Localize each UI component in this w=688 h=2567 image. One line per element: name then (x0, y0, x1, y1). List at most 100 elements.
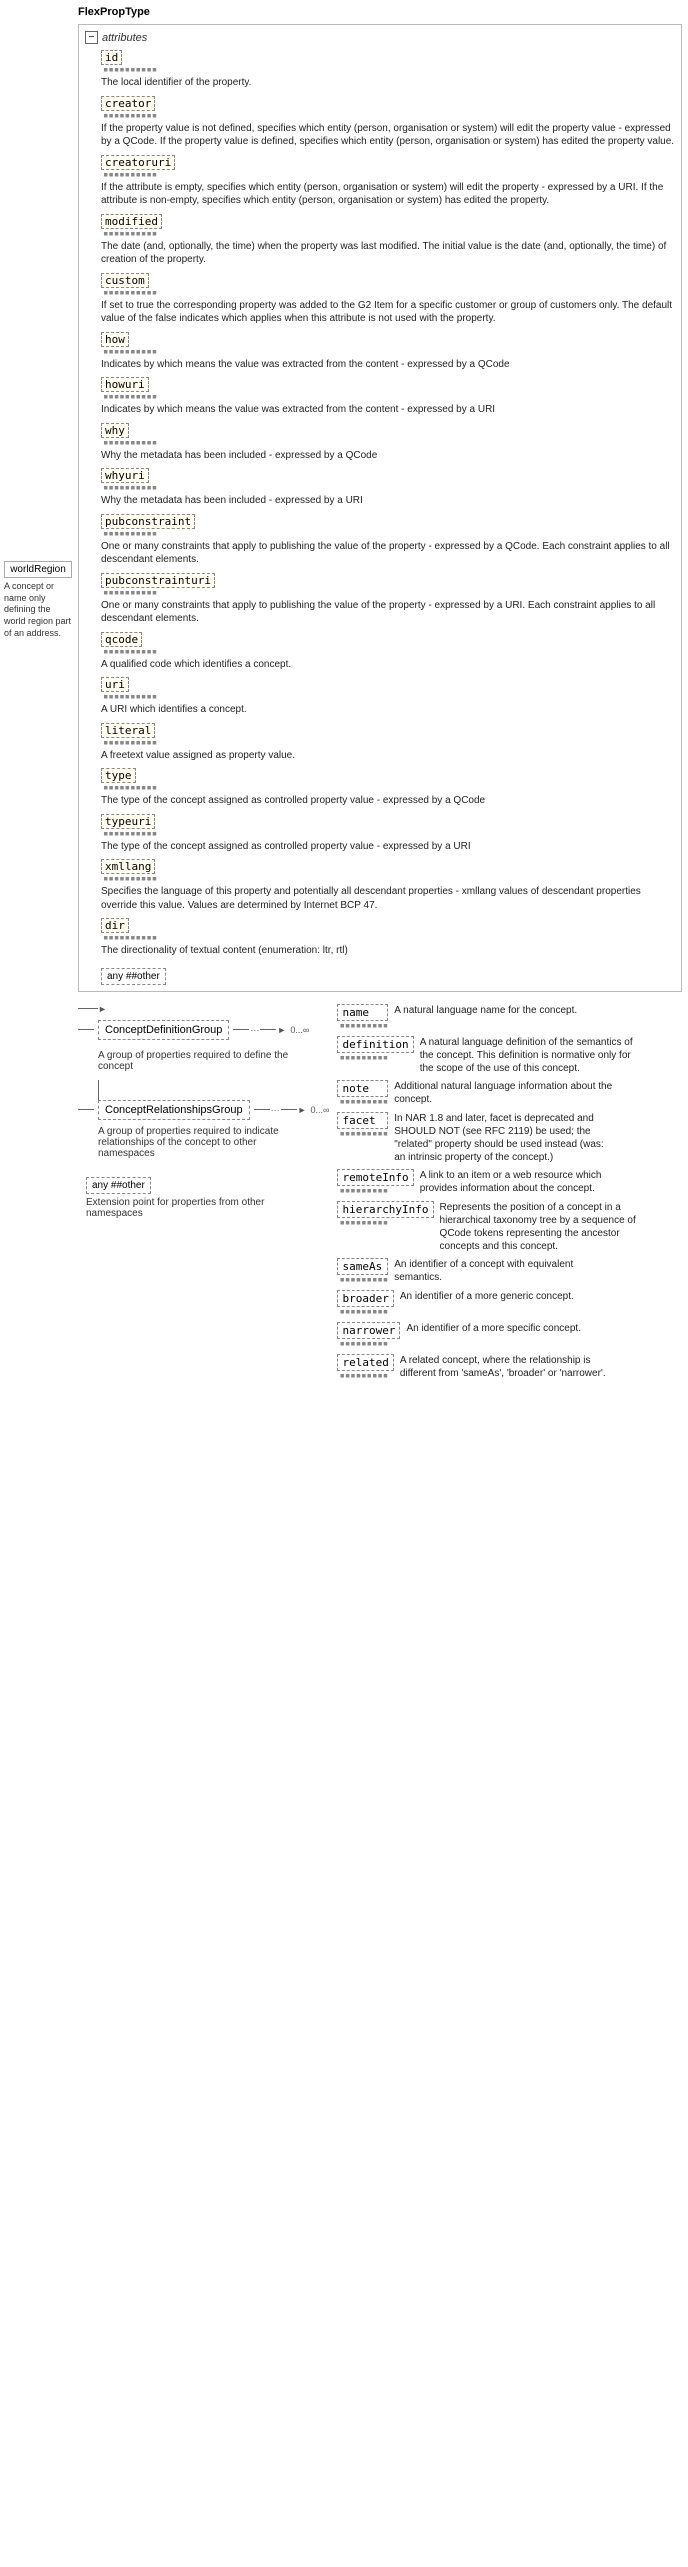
def-dots: ··· (250, 1025, 259, 1035)
right-item-desc-related: A related concept, where the relationshi… (400, 1354, 620, 1380)
prop-dots-custom: ▪▪▪▪▪▪▪▪▪▪ (103, 288, 675, 298)
prop-dots-qcode: ▪▪▪▪▪▪▪▪▪▪ (103, 647, 675, 657)
prop-dots-creator: ▪▪▪▪▪▪▪▪▪▪ (103, 111, 675, 121)
rel-card: ► (298, 1105, 307, 1115)
collapse-button[interactable]: − (85, 31, 98, 44)
prop-row-dir: dir▪▪▪▪▪▪▪▪▪▪The directionality of textu… (85, 918, 675, 958)
concept-rel-row: ConceptRelationshipsGroup ··· ► 0...∞ (78, 1100, 329, 1120)
prop-row-why: why▪▪▪▪▪▪▪▪▪▪Why the metadata has been i… (85, 423, 675, 463)
right-item-desc-broader: An identifier of a more generic concept. (400, 1290, 574, 1303)
prop-tag-id: id (101, 50, 122, 65)
right-item-desc-sameAs: An identifier of a concept with equivale… (394, 1258, 614, 1284)
def-line1 (78, 1029, 94, 1030)
prop-dots-how: ▪▪▪▪▪▪▪▪▪▪ (103, 347, 675, 357)
def-card: ► (277, 1025, 286, 1035)
attributes-header: − attributes (85, 31, 675, 44)
page-wrapper: FlexPropType worldRegion A concept or na… (0, 6, 688, 1381)
attributes-block: − attributes id▪▪▪▪▪▪▪▪▪▪The local ident… (78, 24, 682, 992)
prop-dots-uri: ▪▪▪▪▪▪▪▪▪▪ (103, 692, 675, 702)
prop-desc-type: The type of the concept assigned as cont… (101, 794, 675, 808)
prop-tag-whyuri: whyuri (101, 468, 149, 483)
prop-tag-literal: literal (101, 723, 155, 738)
rel-line3 (281, 1109, 297, 1110)
prop-desc-modified: The date (and, optionally, the time) whe… (101, 240, 675, 267)
prop-tag-uri: uri (101, 677, 129, 692)
prop-desc-whyuri: Why the metadata has been included - exp… (101, 494, 675, 508)
right-item-dots-hierarchyInfo: ▪▪▪▪▪▪▪▪▪ (339, 1218, 433, 1228)
prop-row-howuri: howuri▪▪▪▪▪▪▪▪▪▪Indicates by which means… (85, 377, 675, 417)
prop-desc-pubconstraint: One or many constraints that apply to pu… (101, 540, 675, 567)
right-item-name: name▪▪▪▪▪▪▪▪▪A natural language name for… (337, 1004, 659, 1031)
rel-card-label: 0...∞ (311, 1105, 330, 1115)
prop-tag-xmllang: xmllang (101, 859, 155, 874)
prop-tag-qcode: qcode (101, 632, 142, 647)
right-item-box-broader: broader (337, 1290, 393, 1307)
def-line3 (260, 1029, 276, 1030)
any-other-attr-row: any ##other (85, 964, 675, 985)
prop-tag-typeuri: typeuri (101, 814, 155, 829)
any-other-ext-box: any ##other (86, 1177, 151, 1194)
prop-dots-type: ▪▪▪▪▪▪▪▪▪▪ (103, 783, 675, 793)
prop-desc-uri: A URI which identifies a concept. (101, 703, 675, 717)
page-title: FlexPropType (78, 6, 688, 18)
concept-rel-group-box: ConceptRelationshipsGroup (98, 1100, 250, 1120)
any-other-ext-desc: Extension point for properties from othe… (86, 1197, 266, 1219)
right-item-sameAs: sameAs▪▪▪▪▪▪▪▪▪An identifier of a concep… (337, 1258, 659, 1285)
right-item-dots-narrower: ▪▪▪▪▪▪▪▪▪ (339, 1339, 400, 1349)
prop-desc-why: Why the metadata has been included - exp… (101, 449, 675, 463)
prop-tag-modified: modified (101, 214, 162, 229)
prop-desc-creator: If the property value is not defined, sp… (101, 122, 675, 149)
prop-row-uri: uri▪▪▪▪▪▪▪▪▪▪A URI which identifies a co… (85, 677, 675, 717)
prop-dots-literal: ▪▪▪▪▪▪▪▪▪▪ (103, 738, 675, 748)
right-item-box-note: note (337, 1080, 388, 1097)
prop-row-modified: modified▪▪▪▪▪▪▪▪▪▪The date (and, optiona… (85, 214, 675, 267)
prop-row-xmllang: xmllang▪▪▪▪▪▪▪▪▪▪Specifies the language … (85, 859, 675, 912)
def-card-label: 0...∞ (290, 1025, 309, 1035)
prop-row-pubconstraint: pubconstraint▪▪▪▪▪▪▪▪▪▪One or many const… (85, 514, 675, 567)
world-region-box: worldRegion (4, 561, 72, 578)
groups-column: ► ConceptDefinitionGroup ··· ► 0...∞ A g… (78, 1004, 329, 1381)
prop-dots-whyuri: ▪▪▪▪▪▪▪▪▪▪ (103, 483, 675, 493)
concept-rel-desc: A group of properties required to indica… (98, 1126, 298, 1159)
prop-dots-typeuri: ▪▪▪▪▪▪▪▪▪▪ (103, 829, 675, 839)
right-item-box-narrower: narrower (337, 1322, 400, 1339)
prop-tag-pubconstrainturi: pubconstrainturi (101, 573, 215, 588)
prop-dots-why: ▪▪▪▪▪▪▪▪▪▪ (103, 438, 675, 448)
prop-row-custom: custom▪▪▪▪▪▪▪▪▪▪If set to true the corre… (85, 273, 675, 326)
prop-tag-creatoruri: creatoruri (101, 155, 175, 170)
prop-dots-id: ▪▪▪▪▪▪▪▪▪▪ (103, 65, 675, 75)
right-item-desc-remoteInfo: A link to an item or a web resource whic… (420, 1169, 640, 1195)
world-region-desc: A concept or name only defining the worl… (4, 581, 72, 639)
right-item-desc-note: Additional natural language information … (394, 1080, 614, 1106)
top-connector: ► (78, 1004, 329, 1014)
right-item-desc-name: A natural language name for the concept. (394, 1004, 577, 1017)
prop-dots-pubconstraint: ▪▪▪▪▪▪▪▪▪▪ (103, 529, 675, 539)
right-item-related: related▪▪▪▪▪▪▪▪▪A related concept, where… (337, 1354, 659, 1381)
right-item-broader: broader▪▪▪▪▪▪▪▪▪ An identifier of a more … (337, 1290, 659, 1317)
right-item-dots-definition: ▪▪▪▪▪▪▪▪▪ (339, 1053, 413, 1063)
right-panel: name ▪▪▪▪▪▪▪▪▪ A natural language name for… (337, 1004, 659, 1381)
prop-desc-xmllang: Specifies the language of this property … (101, 885, 675, 912)
right-item-remoteInfo: remoteInfo▪▪▪▪▪▪▪▪▪ A link to an item or … (337, 1169, 659, 1196)
right-item-dots-broader: ▪▪▪▪▪▪▪▪▪ (339, 1307, 393, 1317)
right-item-box-hierarchyInfo: hierarchyInfo (337, 1201, 433, 1218)
prop-tag-custom: custom (101, 273, 149, 288)
prop-dots-xmllang: ▪▪▪▪▪▪▪▪▪▪ (103, 874, 675, 884)
rel-mult: ··· ► (254, 1105, 307, 1115)
right-item-box-facet: facet (337, 1112, 388, 1129)
right-item-dots-note: ▪▪▪▪▪▪▪▪▪ (339, 1097, 388, 1107)
right-item-box-remoteInfo: remoteInfo (337, 1169, 413, 1186)
right-item-facet: facet▪▪▪▪▪▪▪▪▪In NAR 1.8 and later, face… (337, 1112, 659, 1164)
prop-desc-literal: A freetext value assigned as property va… (101, 749, 675, 763)
right-item-dots-related: ▪▪▪▪▪▪▪▪▪ (339, 1371, 393, 1381)
right-item-dots-remoteInfo: ▪▪▪▪▪▪▪▪▪ (339, 1186, 413, 1196)
prop-row-how: how▪▪▪▪▪▪▪▪▪▪Indicates by which means th… (85, 332, 675, 372)
def-mult: ··· ► (233, 1025, 286, 1035)
rel-dots: ··· (271, 1105, 280, 1115)
prop-row-whyuri: whyuri▪▪▪▪▪▪▪▪▪▪Why the metadata has bee… (85, 468, 675, 508)
right-item-box-name: name (337, 1004, 388, 1021)
prop-desc-typeuri: The type of the concept assigned as cont… (101, 840, 675, 854)
prop-tag-how: how (101, 332, 129, 347)
main-content: − attributes id▪▪▪▪▪▪▪▪▪▪The local ident… (78, 24, 682, 1381)
attributes-label: attributes (102, 32, 147, 44)
